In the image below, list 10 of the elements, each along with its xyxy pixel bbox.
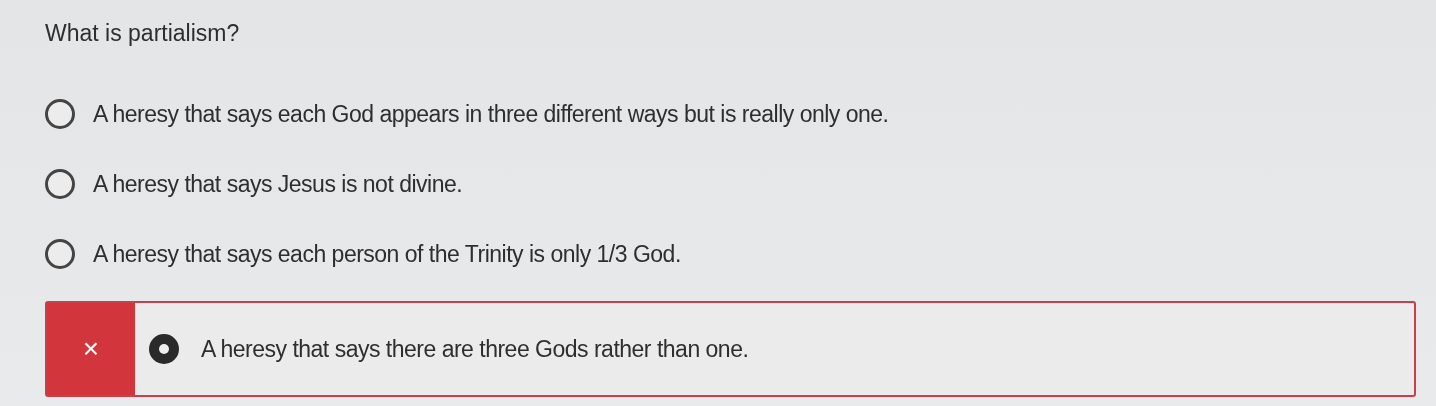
radio-button[interactable] (45, 99, 75, 129)
option-label: A heresy that says each God appears in three different ways but is really only one. (93, 99, 889, 129)
option-label: A heresy that says each person of the Trinity is only 1/3 God. (93, 239, 681, 269)
option-label: A heresy that says Jesus is not divine. (93, 169, 463, 199)
radio-button[interactable] (45, 169, 75, 199)
radio-button[interactable] (45, 239, 75, 269)
option-label: A heresy that says there are three Gods rather than one. (201, 334, 749, 364)
incorrect-marker: × (47, 303, 135, 395)
radio-button[interactable] (149, 334, 179, 364)
question-text: What is partialism? (45, 19, 240, 48)
